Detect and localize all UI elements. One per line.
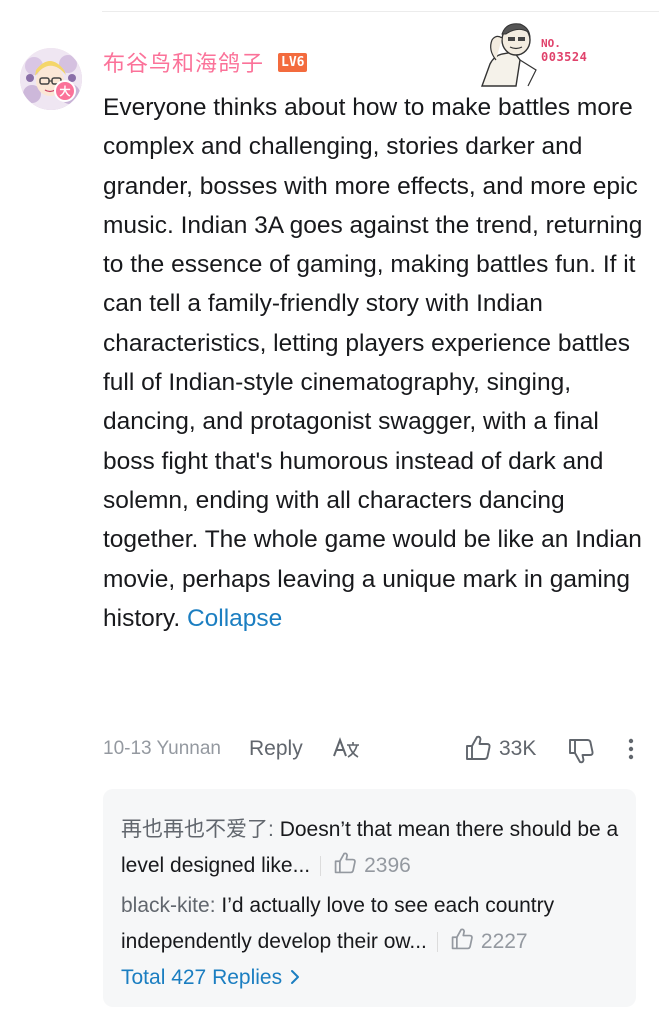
reply-divider	[436, 931, 438, 952]
fan-badge: NO. 003524	[476, 20, 604, 88]
total-replies-label: Total 427 Replies	[121, 966, 283, 989]
avatar-illustration	[20, 48, 82, 110]
more-options-icon[interactable]	[622, 736, 640, 764]
total-replies-link[interactable]: Total 427 Replies	[121, 966, 302, 990]
comment-meta-bar: 10-13 Yunnan Reply 33K	[103, 734, 643, 764]
reply-like-icon[interactable]	[450, 927, 474, 951]
reply-like-count: 2396	[364, 853, 411, 877]
chevron-right-icon	[291, 970, 300, 984]
reply-like-icon[interactable]	[333, 851, 357, 875]
dislike-icon[interactable]	[567, 736, 595, 764]
collapse-link[interactable]: Collapse	[187, 605, 282, 632]
replies-preview: 再也再也不爱了: Doesn’t that mean there should …	[103, 789, 636, 1007]
fan-badge-label: NO.	[541, 37, 561, 50]
like-icon[interactable]	[464, 734, 492, 762]
top-divider	[102, 11, 659, 12]
reply-author[interactable]: 再也再也不爱了	[121, 818, 268, 841]
reply-author[interactable]: black-kite	[121, 894, 210, 917]
comment-text: Everyone thinks about how to make battle…	[103, 88, 643, 638]
comment-time-location: 10-13 Yunnan	[103, 738, 221, 759]
comment-username[interactable]: 布谷鸟和海鸽子	[103, 46, 264, 78]
comment-body: Everyone thinks about how to make battle…	[103, 94, 643, 632]
fan-badge-number: 003524	[541, 50, 588, 64]
reply-like-count: 2227	[480, 929, 528, 953]
like-count: 33K	[499, 737, 537, 760]
translate-icon[interactable]	[332, 736, 360, 762]
reply-item[interactable]: black-kite: I’d actually love to see eac…	[121, 888, 621, 959]
level-badge: LV6	[278, 53, 308, 72]
reply-button[interactable]: Reply	[249, 737, 303, 761]
reply-divider	[320, 855, 322, 876]
user-avatar[interactable]	[20, 48, 82, 110]
reply-item[interactable]: 再也再也不爱了: Doesn’t that mean there should …	[121, 812, 621, 883]
avatar-badge: 大	[54, 80, 76, 102]
